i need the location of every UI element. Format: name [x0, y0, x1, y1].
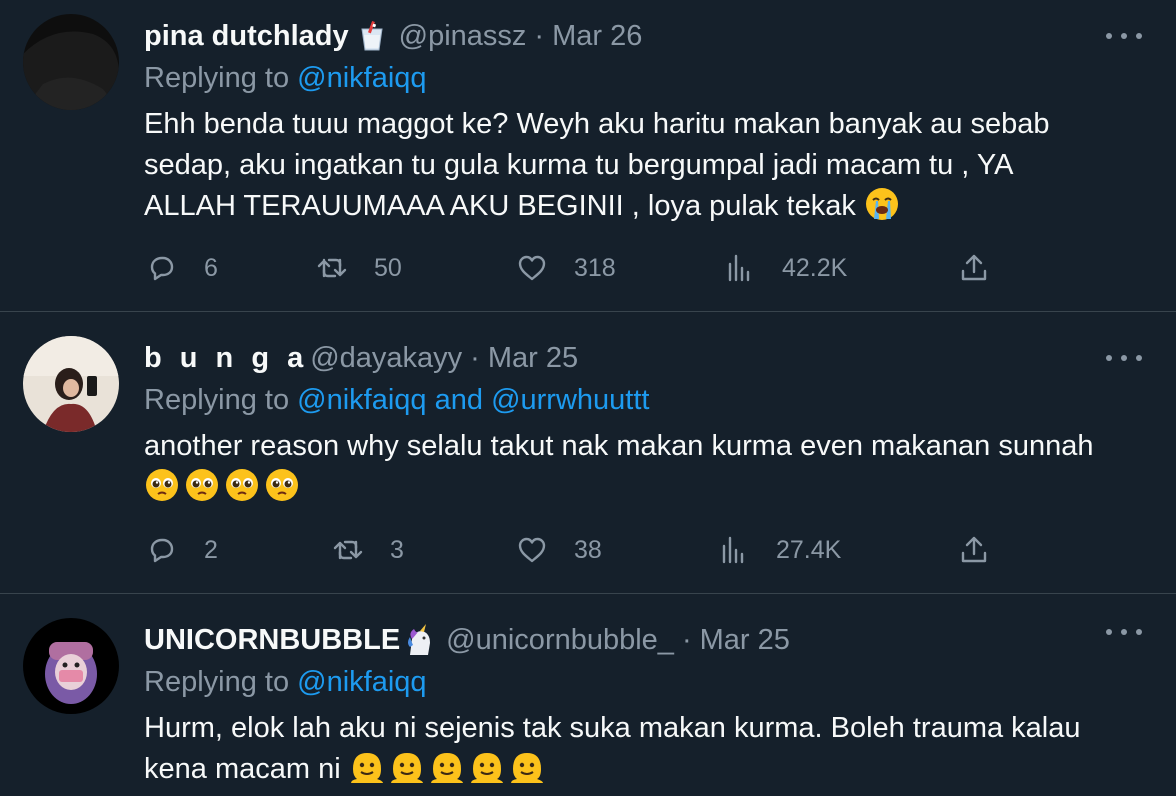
like-count: 318	[574, 253, 616, 282]
reply-count: 2	[204, 535, 218, 564]
tweet-text: Hurm, elok lah aku ni sejenis tak suka m…	[144, 708, 1154, 790]
tweet-text-line: sedap, aku ingatkan tu gula kurma tu ber…	[144, 149, 1014, 181]
mention-link[interactable]: @nikfaiqq	[297, 384, 426, 416]
tweet-header: pina dutchlady @pinassz · Mar 26	[144, 16, 642, 56]
separator-dot: ·	[534, 19, 545, 52]
reply-count: 6	[204, 253, 218, 282]
handle[interactable]: @dayakayy	[310, 342, 462, 375]
pleading-face-icon	[264, 467, 300, 503]
separator-dot: ·	[470, 341, 480, 374]
melting-face-icon	[389, 749, 425, 785]
share-button[interactable]	[958, 530, 990, 570]
heart-icon	[518, 255, 546, 281]
replying-to-label: Replying to	[144, 62, 290, 94]
view-count: 42.2K	[782, 253, 848, 282]
mention-link[interactable]: @urrwhuuttt	[491, 384, 649, 416]
views-icon	[728, 254, 750, 282]
retweet-button[interactable]: 3	[332, 530, 404, 570]
tweet-text-line: another reason why selalu takut nak maka…	[144, 430, 1094, 462]
tweet-text-line: Hurm, elok lah aku ni sejenis tak suka m…	[144, 712, 1081, 744]
more-options-icon[interactable]	[1106, 622, 1142, 642]
display-name[interactable]: UNICORNBUBBLE	[144, 624, 400, 657]
melting-face-icon	[429, 749, 465, 785]
view-count: 27.4K	[776, 535, 842, 564]
share-button[interactable]	[958, 248, 990, 288]
reply-button[interactable]: 6	[146, 248, 218, 288]
display-name[interactable]: b u n g a	[144, 342, 308, 375]
emoji-line	[144, 467, 1154, 508]
melting-face-icon	[509, 749, 545, 785]
mention-link[interactable]: @nikfaiqq	[297, 62, 426, 94]
unicorn-icon	[402, 623, 436, 657]
cup-with-straw-icon	[355, 19, 389, 53]
tweet-date[interactable]: Mar 25	[700, 624, 790, 657]
more-options-icon[interactable]	[1106, 348, 1142, 368]
tweet-actions: 2 3 38 27.4K	[144, 530, 1004, 570]
tweet[interactable]: pina dutchlady @pinassz · Mar 26 Replyin…	[0, 0, 1176, 311]
like-button[interactable]: 38	[516, 530, 602, 570]
retweet-icon	[333, 540, 363, 560]
tweet-text-line: ALLAH TERAUUMAAA AKU BEGINII , loya pula…	[144, 186, 1154, 227]
replying-to: Replying to @nikfaiqq	[144, 666, 427, 699]
share-icon	[961, 254, 987, 281]
retweet-button[interactable]: 50	[316, 248, 402, 288]
pleading-face-icon	[144, 467, 180, 503]
heart-icon	[518, 537, 546, 563]
separator-dot: ·	[681, 623, 692, 656]
avatar[interactable]	[23, 336, 119, 432]
like-button[interactable]: 318	[516, 248, 616, 288]
replying-to: Replying to @nikfaiqq and @urrwhuuttt	[144, 384, 649, 417]
avatar[interactable]	[23, 618, 119, 714]
like-count: 38	[574, 535, 602, 564]
tweet[interactable]: UNICORNBUBBLE @unicornbubble_ · Mar 25 R…	[0, 594, 1176, 796]
tweet-text-line: Ehh benda tuuu maggot ke? Weyh aku harit…	[144, 108, 1050, 140]
mention-and[interactable]: and	[435, 384, 483, 416]
tweet-text: another reason why selalu takut nak maka…	[144, 426, 1154, 508]
share-icon	[961, 536, 987, 563]
replying-to-label: Replying to	[144, 384, 290, 416]
retweet-icon	[317, 258, 347, 278]
replying-to-label: Replying to	[144, 666, 290, 698]
views-icon	[722, 536, 744, 564]
loudly-crying-face-icon	[864, 186, 900, 222]
tweet-text-line: kena macam ni	[144, 749, 1154, 790]
melting-face-icon	[469, 749, 505, 785]
tweet-text: Ehh benda tuuu maggot ke? Weyh aku harit…	[144, 104, 1154, 227]
tweet[interactable]: b u n g a @dayakayy · Mar 25 Replying to…	[0, 312, 1176, 593]
reply-icon	[150, 256, 174, 281]
avatar[interactable]	[23, 14, 119, 110]
tweet-date[interactable]: Mar 25	[488, 342, 578, 375]
tweet-header: UNICORNBUBBLE @unicornbubble_ · Mar 25	[144, 620, 790, 660]
tweet-actions: 6 50 318 42.2K	[144, 248, 1004, 288]
reply-button[interactable]: 2	[146, 530, 218, 570]
pleading-face-icon	[224, 467, 260, 503]
melting-face-icon	[349, 749, 385, 785]
views-button[interactable]: 27.4K	[718, 530, 841, 570]
views-button[interactable]: 42.2K	[724, 248, 847, 288]
retweet-count: 50	[374, 253, 402, 282]
tweet-header: b u n g a @dayakayy · Mar 25	[144, 338, 578, 378]
handle[interactable]: @pinassz	[399, 20, 527, 53]
display-name[interactable]: pina dutchlady	[144, 20, 349, 53]
retweet-count: 3	[390, 535, 404, 564]
pleading-face-icon	[184, 467, 220, 503]
reply-icon	[150, 538, 174, 563]
replying-to: Replying to @nikfaiqq	[144, 62, 427, 95]
mention-link[interactable]: @nikfaiqq	[297, 666, 426, 698]
reply-feed: pina dutchlady @pinassz · Mar 26 Replyin…	[0, 0, 1176, 796]
more-options-icon[interactable]	[1106, 26, 1142, 46]
handle[interactable]: @unicornbubble_	[446, 624, 674, 657]
tweet-date[interactable]: Mar 26	[552, 20, 642, 53]
